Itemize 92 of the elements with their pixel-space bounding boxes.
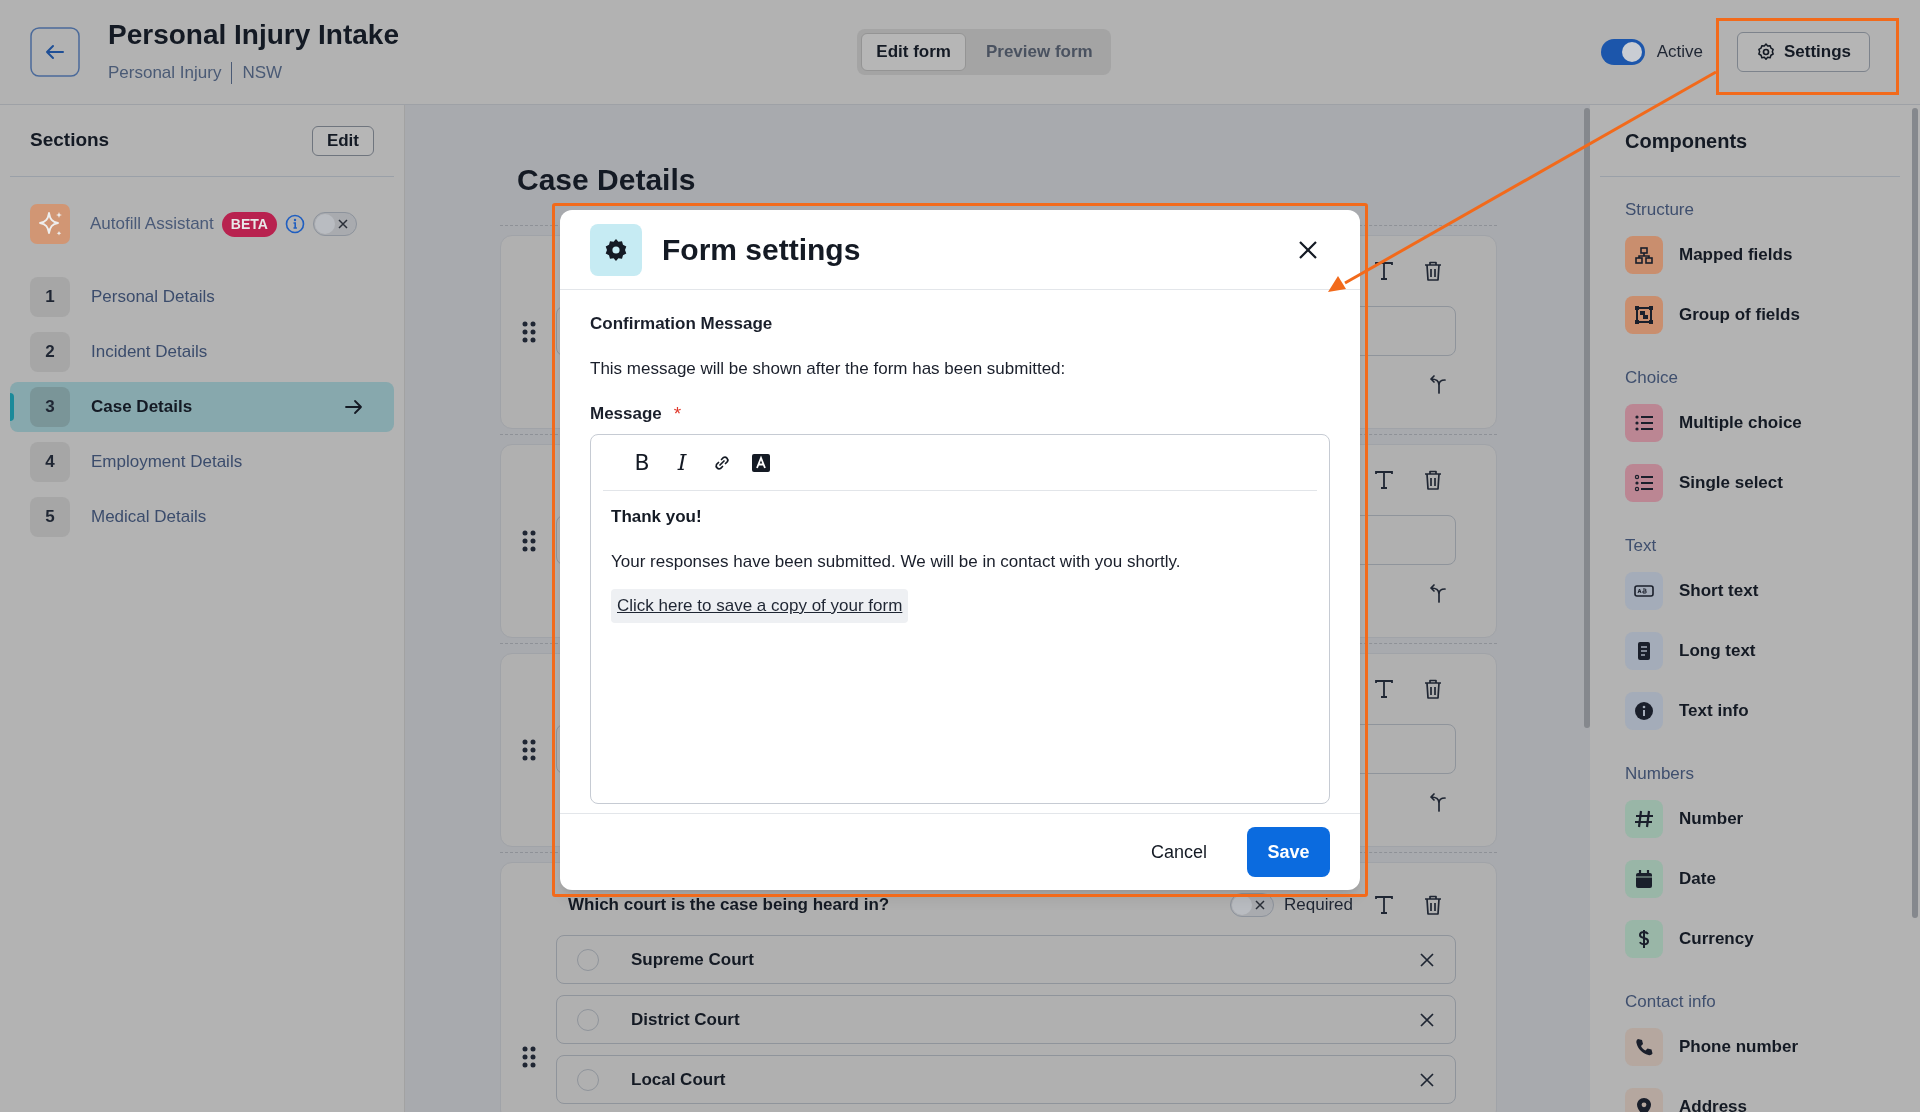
component-item[interactable]: Long text xyxy=(1625,621,1885,681)
section-item[interactable]: 5 Medical Details xyxy=(10,492,394,542)
required-toggle[interactable] xyxy=(1230,893,1274,917)
message-text: Your responses have been submitted. We will be in contact with you shortly. xyxy=(611,551,1181,573)
sections-title: Sections xyxy=(30,128,110,153)
component-item[interactable]: Short text xyxy=(1625,561,1885,621)
close-icon[interactable] xyxy=(1419,951,1435,968)
text-format-icon xyxy=(1373,894,1395,916)
required-mark: * xyxy=(673,402,682,426)
assistant-label: Autofill Assistant xyxy=(90,213,214,236)
settings-button[interactable]: Settings xyxy=(1736,32,1870,72)
text-format-icon xyxy=(1373,260,1395,282)
group-label: Text xyxy=(1625,535,1658,557)
required-label: Required xyxy=(1284,894,1353,917)
active-toggle[interactable] xyxy=(1600,39,1645,65)
component-item[interactable]: Multiple choice xyxy=(1625,393,1885,453)
section-number: 2 xyxy=(30,332,70,372)
drag-handle-icon xyxy=(521,321,536,343)
message-editor[interactable]: B I Thank you! Your responses have been submitted. We will be in contact with you shortly. Click here to save a copy of your form xyxy=(590,434,1330,804)
section-label: Personal Details xyxy=(91,286,216,309)
section-item[interactable]: 1 Personal Details xyxy=(10,272,394,322)
group-label: Numbers xyxy=(1625,763,1695,785)
info-icon xyxy=(284,214,305,234)
save-button[interactable]: Save xyxy=(1247,827,1330,877)
close-icon[interactable] xyxy=(1298,239,1318,260)
delete-icon xyxy=(1423,678,1443,700)
option-label: Supreme Court xyxy=(631,948,755,971)
component-item[interactable]: Mapped fields xyxy=(1625,225,1885,285)
component-item[interactable]: Group of fields xyxy=(1625,285,1885,345)
question-text: Which court is the case being heard in? xyxy=(568,894,891,917)
calendar-icon xyxy=(1633,868,1655,890)
component-item[interactable]: Number xyxy=(1625,789,1885,849)
component-item[interactable]: Currency xyxy=(1625,909,1885,969)
mode-tab[interactable]: Edit form xyxy=(861,33,966,71)
radio-list-icon xyxy=(1633,472,1655,494)
drag-handle-icon xyxy=(521,530,536,552)
beta-badge: BETA xyxy=(221,211,277,237)
drag-handle-icon xyxy=(521,1046,536,1068)
dialog-title: Form settings xyxy=(662,232,862,268)
italic-button[interactable]: I xyxy=(671,446,693,479)
section-number: 1 xyxy=(30,277,70,317)
section-label: Incident Details xyxy=(91,341,209,364)
component-item[interactable]: Single select xyxy=(1625,453,1885,513)
group-label: Structure xyxy=(1625,199,1695,221)
form-title: Personal Injury Intake xyxy=(108,18,399,53)
description-text: This message will be shown after the form has been submitted: xyxy=(590,358,1067,380)
component-item[interactable]: Phone number xyxy=(1625,1017,1885,1077)
cross-icon xyxy=(336,218,349,230)
cross-icon xyxy=(1254,899,1266,911)
section-label: Case Details xyxy=(91,396,194,419)
close-icon[interactable] xyxy=(1419,1011,1435,1028)
components-title: Components xyxy=(1625,128,1748,154)
assistant-toggle[interactable] xyxy=(312,212,357,236)
info-icon xyxy=(1633,700,1655,722)
cancel-button[interactable]: Cancel xyxy=(1150,838,1207,866)
section-label: Employment Details xyxy=(91,451,244,474)
section-label: Medical Details xyxy=(91,506,208,529)
back-button[interactable] xyxy=(30,27,80,77)
component-item[interactable]: Date xyxy=(1625,849,1885,909)
section-title: Confirmation Message xyxy=(590,313,774,335)
section-item[interactable]: 3 Case Details xyxy=(10,382,394,432)
group-label: Contact info xyxy=(1625,991,1717,1013)
arrow-right-icon xyxy=(344,397,364,417)
text-format-icon xyxy=(1373,678,1395,700)
delete-icon xyxy=(1423,260,1443,282)
bold-button[interactable]: B xyxy=(631,446,653,479)
settings-icon xyxy=(1755,42,1776,62)
save-copy-link[interactable]: Click here to save a copy of your form xyxy=(611,589,909,623)
option-label: District Court xyxy=(631,1008,741,1031)
close-icon[interactable] xyxy=(1419,1071,1435,1088)
drag-handle-icon xyxy=(521,739,536,761)
section-heading: Case Details xyxy=(516,162,697,198)
group-label: Choice xyxy=(1625,367,1679,389)
delete-icon xyxy=(1423,894,1443,916)
gear-icon xyxy=(590,223,642,276)
text-color-icon[interactable] xyxy=(751,452,771,473)
section-number: 3 xyxy=(30,387,70,427)
text-format-icon xyxy=(1373,469,1395,491)
field-label: Message xyxy=(590,403,662,425)
component-item[interactable]: Text info xyxy=(1625,681,1885,741)
component-item[interactable]: Address xyxy=(1625,1077,1885,1112)
option-label: Local Court xyxy=(631,1068,727,1091)
toggle-label: Active xyxy=(1656,41,1703,64)
message-heading: Thank you! xyxy=(611,506,702,528)
delete-icon xyxy=(1423,469,1443,491)
edit-button[interactable]: Edit xyxy=(311,125,374,156)
hash-icon xyxy=(1633,808,1655,830)
section-item[interactable]: 4 Employment Details xyxy=(10,437,394,487)
section-number: 4 xyxy=(30,442,70,482)
section-number: 5 xyxy=(30,497,70,537)
section-item[interactable]: 2 Incident Details xyxy=(10,327,394,377)
sparkle-icon xyxy=(30,204,70,244)
